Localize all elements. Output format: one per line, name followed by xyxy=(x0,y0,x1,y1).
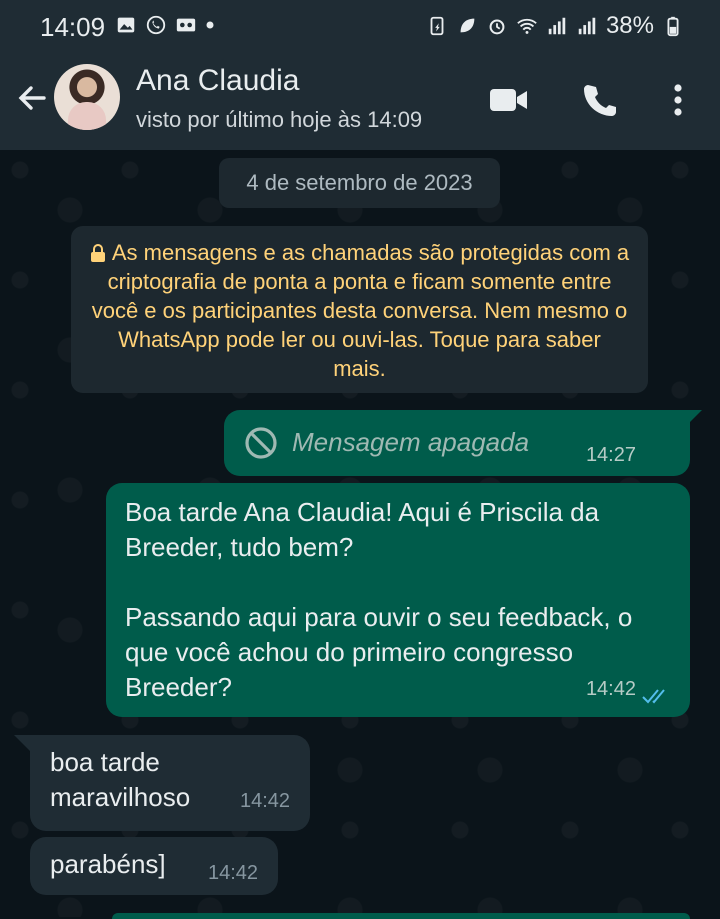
message-outgoing[interactable]: Boa tarde Ana Claudia! Aqui é Priscila d… xyxy=(106,483,690,717)
status-notification-icons xyxy=(115,14,215,36)
message-time: 14:27 xyxy=(585,444,636,466)
alarm-icon xyxy=(489,19,505,35)
message-time: 14:42 xyxy=(208,862,259,884)
date-chip: 4 de setembro de 2023 xyxy=(219,158,500,208)
double-check-icon xyxy=(642,689,665,704)
status-system-icons: 38% xyxy=(426,12,684,40)
contact-name[interactable]: Ana Claudia xyxy=(136,64,299,98)
deleted-ban-icon xyxy=(245,427,277,459)
encryption-notice-text: As mensagens e as chamadas são protegida… xyxy=(91,240,630,381)
voice-call-icon[interactable] xyxy=(578,80,622,120)
message-outgoing-partial[interactable] xyxy=(112,913,690,919)
message-incoming[interactable]: boa tarde maravilhoso 14:42 xyxy=(30,735,310,831)
message-line: boa tarde xyxy=(50,747,160,777)
message-time: 14:42 xyxy=(585,678,636,700)
dot-icon xyxy=(206,21,214,29)
message-paragraph: Boa tarde Ana Claudia! Aqui é Priscila d… xyxy=(125,497,600,562)
message-time: 14:42 xyxy=(240,790,291,812)
last-seen-status: visto por último hoje às 14:09 xyxy=(136,107,423,132)
voicemail-icon xyxy=(176,18,196,32)
encryption-notice[interactable]: As mensagens e as chamadas são protegida… xyxy=(71,226,648,393)
whatsapp-icon xyxy=(146,15,166,35)
message-deleted[interactable]: Mensagem apagada 14:27 xyxy=(224,410,690,476)
lock-icon xyxy=(90,244,105,262)
signal-2-icon xyxy=(578,17,596,35)
video-call-icon[interactable] xyxy=(487,80,531,120)
battery-icon xyxy=(667,16,679,37)
bubble-tail xyxy=(14,735,30,751)
status-bar: 14:09 38% xyxy=(0,0,720,52)
chat-header: Ana Claudia visto por último hoje às 14:… xyxy=(0,52,720,150)
wifi-icon xyxy=(517,18,537,34)
battery-saver-icon xyxy=(430,16,444,36)
deleted-message-text: Mensagem apagada xyxy=(292,427,530,457)
message-text: parabéns] xyxy=(50,849,166,879)
signal-icon xyxy=(548,17,566,35)
more-options-icon[interactable] xyxy=(656,80,700,120)
gallery-icon xyxy=(117,17,135,33)
message-incoming[interactable]: parabéns] 14:42 xyxy=(30,837,278,895)
avatar[interactable] xyxy=(54,64,120,130)
status-time: 14:09 xyxy=(40,12,106,42)
battery-percent: 38% xyxy=(605,12,654,39)
leaf-icon xyxy=(460,18,475,33)
back-arrow-icon[interactable] xyxy=(14,80,50,116)
chat-area[interactable]: 4 de setembro de 2023 As mensagens e as … xyxy=(0,150,720,919)
